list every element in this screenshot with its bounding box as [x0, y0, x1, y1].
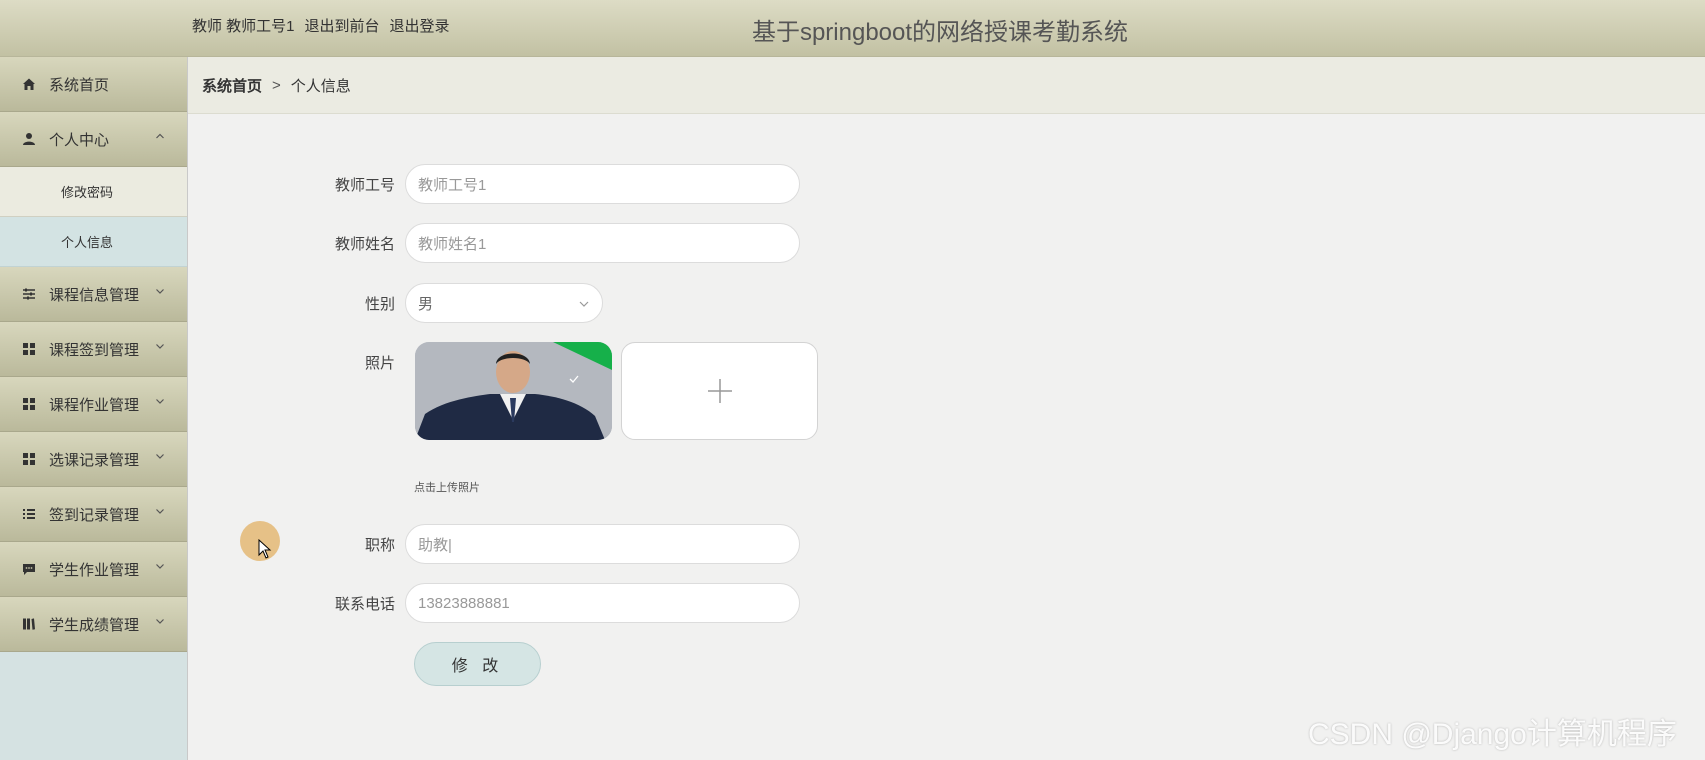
- grid-icon: [22, 397, 36, 411]
- phone-input[interactable]: 13823888881: [405, 583, 800, 623]
- sidebar-item-label: 系统首页: [49, 76, 110, 94]
- grid-icon: [22, 452, 36, 466]
- form-row-phone: 联系电话 13823888881: [300, 583, 800, 623]
- teacher-no-input[interactable]: 教师工号1: [405, 164, 800, 204]
- sidebar-item-course-selection[interactable]: 选课记录管理: [0, 432, 187, 487]
- home-icon: [22, 77, 36, 91]
- system-title: 基于springboot的网络授课考勤系统: [751, 19, 1129, 46]
- chat-icon: [22, 562, 36, 576]
- photo-label: 照片: [364, 355, 395, 372]
- teacher-name-label: 教师姓名: [334, 235, 395, 253]
- modify-button[interactable]: 修 改: [414, 642, 541, 686]
- sidebar-item-home[interactable]: 系统首页: [0, 57, 187, 112]
- teacher-no-label: 教师工号: [334, 176, 395, 194]
- teacher-name-input[interactable]: 教师姓名1: [405, 223, 800, 263]
- chevron-down-icon: [156, 344, 164, 349]
- breadcrumb-home[interactable]: 系统首页: [202, 75, 262, 96]
- sidebar-item-student-grades[interactable]: 学生成绩管理: [0, 597, 187, 652]
- form-row-teacher-no: 教师工号 教师工号1: [300, 164, 800, 204]
- gender-label: 性别: [364, 295, 395, 313]
- sidebar-item-label: 签到记录管理: [49, 506, 140, 524]
- gender-select[interactable]: 男: [405, 283, 603, 323]
- chevron-down-icon: [156, 454, 164, 459]
- sidebar-item-label: 课程签到管理: [49, 341, 140, 359]
- sidebar-item-personal-center[interactable]: 个人中心: [0, 112, 187, 167]
- title-label: 职称: [364, 536, 395, 554]
- top-header: 教师 教师工号1 退出到前台 退出登录 基于springboot的网络授课考勤系…: [0, 0, 1705, 57]
- sidebar-item-student-homework[interactable]: 学生作业管理: [0, 542, 187, 597]
- sidebar-item-course-info[interactable]: 课程信息管理: [0, 267, 187, 322]
- chevron-down-icon: [156, 619, 164, 624]
- user-info: 教师 教师工号1: [192, 18, 295, 35]
- sidebar-subitem-change-password[interactable]: 修改密码: [0, 167, 187, 217]
- form-row-gender: 性别 男: [300, 283, 603, 323]
- chevron-down-icon: [156, 399, 164, 404]
- form-row-photo-label: 照片: [300, 352, 405, 373]
- sidebar-item-label: 选课记录管理: [49, 451, 140, 469]
- grid-icon: [22, 342, 36, 356]
- form-row-title: 职称 助教|: [300, 524, 800, 564]
- uploaded-photo[interactable]: [415, 342, 612, 440]
- chevron-down-icon: [156, 289, 164, 294]
- sidebar-subitem-personal-info[interactable]: 个人信息: [0, 217, 187, 267]
- sidebar: 系统首页 个人中心 修改密码 个人信息 课程信息管理 课程签到管理 课程作业管理: [0, 57, 188, 760]
- sidebar-item-label: 学生成绩管理: [49, 616, 140, 634]
- header-links: 教师 教师工号1 退出到前台 退出登录: [192, 15, 450, 36]
- breadcrumb-separator: >: [272, 76, 281, 94]
- watermark: CSDN @Django计算机程序: [1308, 718, 1677, 751]
- book-icon: [22, 617, 36, 631]
- mouse-cursor-icon: [258, 539, 272, 559]
- sidebar-item-label: 课程信息管理: [49, 286, 140, 304]
- sidebar-item-label: 个人中心: [49, 131, 110, 149]
- sidebar-item-course-homework[interactable]: 课程作业管理: [0, 377, 187, 432]
- to-front-link[interactable]: 退出到前台: [305, 15, 380, 36]
- title-input[interactable]: 助教|: [405, 524, 800, 564]
- sidebar-item-label: 学生作业管理: [49, 561, 140, 579]
- list-icon: [22, 507, 36, 521]
- chevron-down-icon: [156, 564, 164, 569]
- plus-icon: [707, 379, 732, 403]
- sidebar-item-checkin-records[interactable]: 签到记录管理: [0, 487, 187, 542]
- sliders-icon: [22, 287, 36, 301]
- sidebar-item-label: 课程作业管理: [49, 396, 140, 414]
- upload-photo-button[interactable]: [621, 342, 818, 440]
- upload-photo-tip: 点击上传照片: [414, 482, 480, 494]
- form-row-teacher-name: 教师姓名 教师姓名1: [300, 223, 800, 263]
- chevron-up-icon: [156, 133, 164, 139]
- breadcrumb: 系统首页 > 个人信息: [188, 57, 1705, 114]
- person-photo-icon: [415, 342, 612, 440]
- breadcrumb-current: 个人信息: [290, 77, 351, 95]
- sidebar-item-course-checkin[interactable]: 课程签到管理: [0, 322, 187, 377]
- logout-link[interactable]: 退出登录: [390, 15, 450, 36]
- chevron-down-icon: [579, 301, 589, 307]
- gender-value: 男: [418, 295, 434, 313]
- phone-label: 联系电话: [334, 595, 395, 613]
- chevron-down-icon: [156, 509, 164, 514]
- user-icon: [22, 132, 36, 146]
